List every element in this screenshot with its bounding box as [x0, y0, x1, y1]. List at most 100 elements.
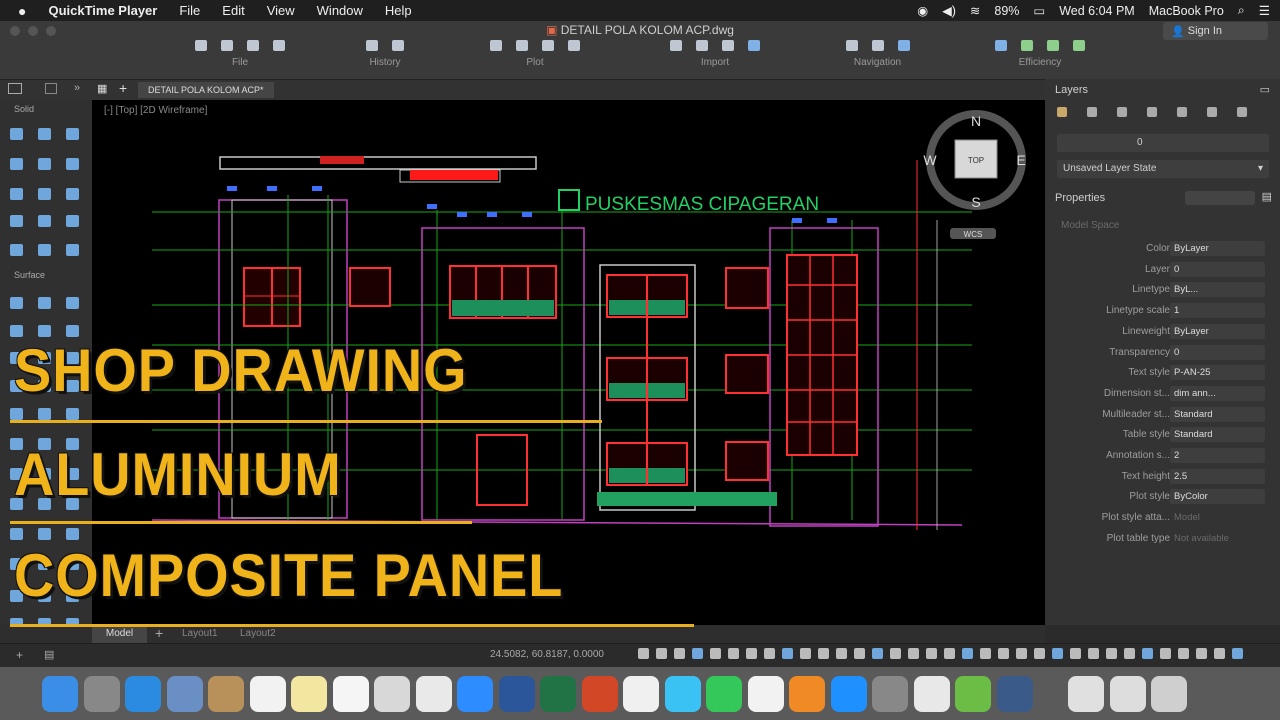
palette-tool-icon[interactable] — [10, 408, 23, 420]
status-toggle-icon[interactable] — [890, 648, 901, 659]
command-line-icon[interactable]: ▤ — [44, 648, 54, 661]
word-icon[interactable] — [498, 676, 535, 712]
stickies-icon[interactable] — [291, 676, 327, 712]
property-value[interactable]: dim ann... — [1170, 385, 1265, 401]
pdf-import-icon[interactable] — [722, 40, 734, 51]
palette-tool-icon[interactable] — [10, 158, 23, 170]
battery-label[interactable]: 89% — [994, 4, 1019, 18]
palette-tool-icon[interactable] — [66, 408, 79, 420]
import-icon[interactable] — [670, 40, 682, 51]
sign-in-button[interactable]: 👤 Sign In — [1163, 22, 1268, 40]
volume-icon[interactable]: ◀) — [942, 3, 956, 18]
palette-tool-icon[interactable] — [66, 158, 79, 170]
menu-file[interactable]: File — [179, 3, 200, 18]
facetime-icon[interactable] — [706, 676, 742, 712]
status-toggle-icon[interactable] — [692, 648, 703, 659]
ibooks-icon[interactable] — [789, 676, 825, 712]
property-value[interactable]: ByColor — [1170, 489, 1265, 505]
menu-window[interactable]: Window — [317, 3, 363, 18]
palette-section-surface[interactable]: Surface — [14, 270, 45, 280]
palette-tool-icon[interactable] — [10, 297, 23, 309]
palette-tool-icon[interactable] — [38, 158, 51, 170]
compass-west[interactable]: W — [923, 152, 937, 168]
status-toggle-icon[interactable] — [1142, 648, 1153, 659]
viewport-controls[interactable]: [-] [Top] [2D Wireframe] — [104, 105, 207, 116]
scanner-icon[interactable] — [1109, 676, 1146, 712]
batch-plot-icon[interactable] — [516, 40, 528, 51]
reminders-icon[interactable] — [332, 676, 369, 712]
status-toggle-icon[interactable] — [674, 648, 685, 659]
tab-layout2[interactable]: Layout2 — [240, 628, 276, 639]
status-toggle-icon[interactable] — [1070, 648, 1081, 659]
status-toggle-icon[interactable] — [728, 648, 739, 659]
status-toggle-icon[interactable] — [638, 648, 649, 659]
status-toggle-icon[interactable] — [1016, 648, 1027, 659]
property-value[interactable]: 1 — [1170, 303, 1265, 319]
status-toggle-icon[interactable] — [782, 648, 793, 659]
powerpoint-icon[interactable] — [581, 676, 618, 712]
menu-help[interactable]: Help — [385, 3, 412, 18]
orbit-icon[interactable] — [897, 40, 910, 51]
palette-tool-icon[interactable] — [66, 528, 79, 540]
palette-tool-icon[interactable] — [10, 528, 23, 540]
status-toggle-icon[interactable] — [1052, 648, 1063, 659]
palette-tool-icon[interactable] — [38, 215, 51, 227]
clock[interactable]: Wed 6:04 PM — [1059, 4, 1135, 18]
grid-view-icon[interactable]: ▦ — [97, 82, 107, 95]
compass-north[interactable]: N — [971, 113, 981, 129]
palette-tool-icon[interactable] — [66, 215, 79, 227]
status-toggle-icon[interactable] — [908, 648, 919, 659]
status-toggle-icon[interactable] — [764, 648, 775, 659]
layer-states-icon[interactable] — [1087, 107, 1097, 117]
status-toggle-icon[interactable] — [710, 648, 721, 659]
new-tab-icon[interactable]: + — [119, 80, 127, 96]
status-toggle-icon[interactable] — [1034, 648, 1045, 659]
preview-icon[interactable] — [166, 676, 203, 712]
palette-tool-icon[interactable] — [10, 188, 23, 200]
status-toggle-icon[interactable] — [746, 648, 757, 659]
group-icon[interactable] — [1021, 40, 1033, 51]
messages-icon[interactable] — [664, 676, 701, 712]
save-icon[interactable] — [247, 40, 259, 51]
palette-tool-icon[interactable] — [66, 128, 79, 140]
system-preferences-icon[interactable] — [872, 676, 908, 712]
pan-icon[interactable] — [871, 40, 884, 51]
status-toggle-icon[interactable] — [800, 648, 811, 659]
status-toggle-icon[interactable] — [998, 648, 1009, 659]
tab-model[interactable]: Model — [92, 625, 147, 643]
compass-east[interactable]: E — [1016, 152, 1025, 168]
palette-tool-icon[interactable] — [10, 215, 23, 227]
new-icon[interactable] — [195, 40, 207, 51]
palette-tool-icon[interactable] — [66, 244, 79, 256]
app-store-icon[interactable] — [830, 676, 867, 712]
add-layout-icon[interactable]: + — [155, 625, 163, 641]
status-toggle-icon[interactable] — [1178, 648, 1189, 659]
property-value[interactable]: Standard — [1170, 427, 1265, 443]
chrome-icon[interactable] — [415, 676, 452, 712]
computer-name[interactable]: MacBook Pro — [1149, 4, 1224, 18]
record-icon[interactable]: ◉ — [917, 3, 928, 18]
status-toggle-icon[interactable] — [1196, 648, 1207, 659]
safari-icon[interactable] — [125, 676, 161, 712]
layer-previous-icon[interactable] — [1147, 107, 1157, 117]
status-toggle-icon[interactable] — [872, 648, 883, 659]
palette-tool-icon[interactable] — [38, 188, 51, 200]
status-toggle-icon[interactable] — [926, 648, 937, 659]
palette-tool-icon[interactable] — [66, 188, 79, 200]
property-value[interactable]: 0 — [1170, 261, 1265, 277]
layer-state-select[interactable]: Unsaved Layer State ▾ — [1057, 160, 1269, 178]
spotlight-icon[interactable]: ⌕ — [1238, 3, 1245, 18]
document-icon[interactable] — [1068, 676, 1104, 712]
finder-icon[interactable] — [42, 676, 78, 712]
palette-tool-icon[interactable] — [38, 408, 51, 420]
zoom-icon[interactable] — [457, 676, 493, 712]
select-icon[interactable] — [845, 40, 858, 51]
palette-section-solid[interactable]: Solid — [14, 104, 34, 114]
isolate-icon[interactable] — [1047, 40, 1059, 51]
utorrent-icon[interactable] — [955, 676, 991, 712]
match-layer-icon[interactable] — [1117, 107, 1127, 117]
menu-view[interactable]: View — [267, 3, 295, 18]
content-icon[interactable] — [1073, 40, 1085, 51]
open-icon[interactable] — [221, 40, 233, 51]
xref-icon[interactable] — [748, 40, 760, 51]
